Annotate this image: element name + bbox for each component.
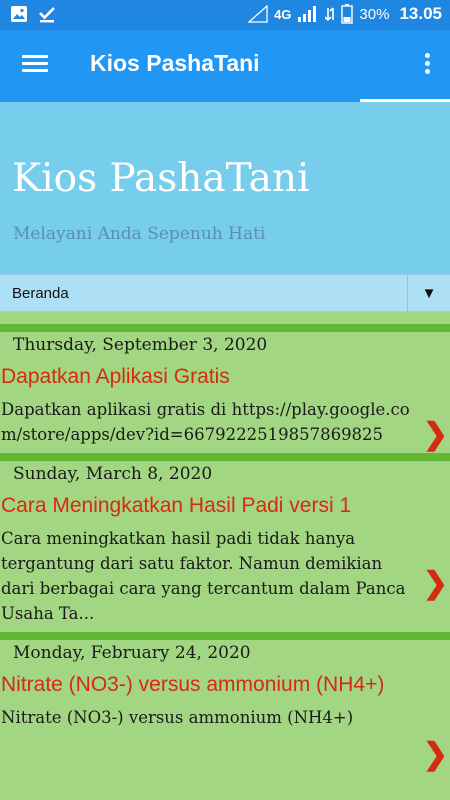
more-vert-icon[interactable] (418, 50, 436, 80)
blog-header: Kios PashaTani Melayani Anda Sepenuh Hat… (0, 102, 450, 274)
signal-outline-icon (248, 5, 268, 23)
download-done-icon (39, 7, 55, 23)
status-bar: 4G 30% 13.05 (0, 0, 450, 30)
signal-icon (298, 6, 317, 22)
post-item[interactable]: Thursday, September 3, 2020 Dapatkan Apl… (0, 324, 450, 453)
battery-icon (341, 4, 354, 24)
app-bar: Kios PashaTani (0, 30, 450, 102)
wifi-icon (325, 7, 335, 22)
post-snippet: Nitrate (NO3-) versus ammonium (NH4+) (1, 708, 354, 727)
blog-subtitle: Melayani Anda Sepenuh Hati (13, 224, 266, 244)
page-select[interactable]: Beranda ▼ (0, 274, 450, 312)
page-select-value: Beranda (12, 285, 69, 302)
post-date: Sunday, March 8, 2020 (13, 464, 213, 484)
post-snippet: Cara meningkatkan hasil padi tidak hanya… (1, 529, 406, 623)
app-title: Kios PashaTani (90, 50, 260, 76)
post-title[interactable]: Dapatkan Aplikasi Gratis (0, 360, 450, 389)
post-title[interactable]: Nitrate (NO3-) versus ammonium (NH4+) (0, 668, 450, 697)
chevron-right-icon[interactable]: ❯ (423, 420, 448, 450)
chevron-right-icon[interactable]: ❯ (423, 740, 448, 770)
post-snippet: Dapatkan aplikasi gratis di https://play… (1, 400, 410, 444)
image-icon (11, 6, 27, 22)
battery-percent: 30% (359, 5, 390, 23)
clock: 13.05 (399, 4, 442, 23)
post-title[interactable]: Cara Meningkatkan Hasil Padi versi 1 (0, 489, 450, 518)
chevron-right-icon[interactable]: ❯ (423, 569, 448, 599)
chevron-down-icon[interactable]: ▼ (407, 275, 450, 312)
post-item[interactable]: Sunday, March 8, 2020 Cara Meningkatkan … (0, 453, 450, 632)
post-list: Thursday, September 3, 2020 Dapatkan Apl… (0, 312, 450, 800)
post-date: Thursday, September 3, 2020 (13, 335, 268, 355)
blog-title[interactable]: Kios PashaTani (12, 156, 309, 201)
network-type: 4G (274, 6, 292, 22)
status-bar-system: 4G 30% 13.05 (248, 4, 442, 24)
post-item[interactable]: Monday, February 24, 2020 Nitrate (NO3-)… (0, 632, 450, 770)
status-bar-notifications (10, 5, 56, 23)
post-date: Monday, February 24, 2020 (13, 643, 251, 663)
hamburger-icon[interactable] (18, 52, 52, 80)
